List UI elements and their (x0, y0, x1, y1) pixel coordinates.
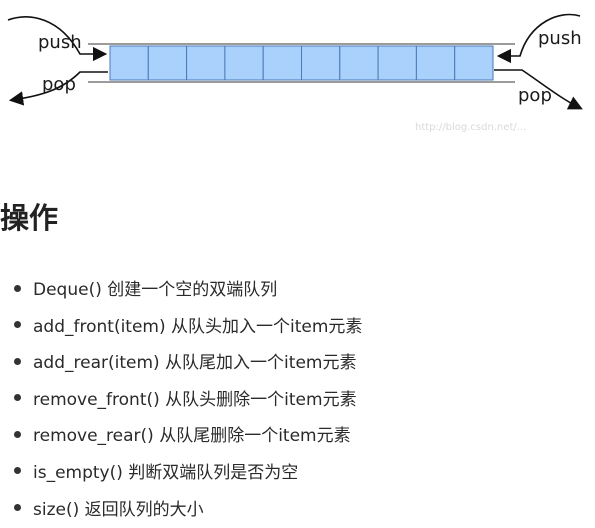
operation-text: is_empty() 判断双端队列是否为空 (33, 462, 299, 483)
bullet-icon (14, 321, 21, 329)
deque-cell (186, 45, 226, 81)
watermark: http://blog.csdn.net/... (415, 122, 526, 133)
operation-text: remove_front() 从队头删除一个item元素 (33, 389, 357, 410)
operation-item: Deque() 创建一个空的双端队列 (14, 272, 362, 309)
left-push-label: push (38, 32, 82, 53)
deque-cell (377, 45, 417, 81)
operation-item: is_empty() 判断双端队列是否为空 (14, 455, 362, 492)
operations-list: Deque() 创建一个空的双端队列 add_front(item) 从队头加入… (14, 272, 362, 528)
operation-text: size() 返回队列的大小 (33, 499, 204, 520)
operation-text: remove_rear() 从队尾删除一个item元素 (33, 426, 351, 447)
bullet-icon (14, 357, 21, 365)
operation-text: Deque() 创建一个空的双端队列 (33, 280, 278, 300)
section-heading: 操作 (0, 201, 59, 235)
deque-cell (454, 45, 494, 81)
bullet-icon (14, 504, 21, 512)
operation-item: add_rear(item) 从队尾加入一个item元素 (14, 345, 362, 382)
bullet-icon (14, 284, 21, 292)
deque-cell (262, 45, 303, 81)
deque-cell (415, 45, 456, 81)
deque-cell (301, 45, 341, 81)
operation-text: add_front(item) 从队头加入一个item元素 (33, 316, 363, 337)
deque-cell (339, 45, 379, 81)
queue-cells (109, 45, 494, 81)
right-pop-label: pop (518, 85, 552, 106)
bullet-icon (14, 394, 21, 402)
operation-item: size() 返回队列的大小 (14, 492, 362, 528)
operation-item: remove_front() 从队头删除一个item元素 (14, 382, 362, 419)
deque-cell (224, 45, 264, 81)
deque-cell (109, 45, 149, 81)
deque-cell (147, 45, 188, 81)
deque-diagram: push pop push pop http://blog.csdn.net/.… (7, 13, 583, 133)
right-push-label: push (538, 28, 582, 49)
bullet-icon (14, 467, 21, 475)
left-pop-label: pop (42, 74, 76, 95)
operation-item: add_front(item) 从队头加入一个item元素 (14, 309, 362, 346)
operation-text: add_rear(item) 从队尾加入一个item元素 (33, 353, 357, 374)
bullet-icon (14, 430, 21, 438)
operation-item: remove_rear() 从队尾删除一个item元素 (14, 418, 362, 455)
